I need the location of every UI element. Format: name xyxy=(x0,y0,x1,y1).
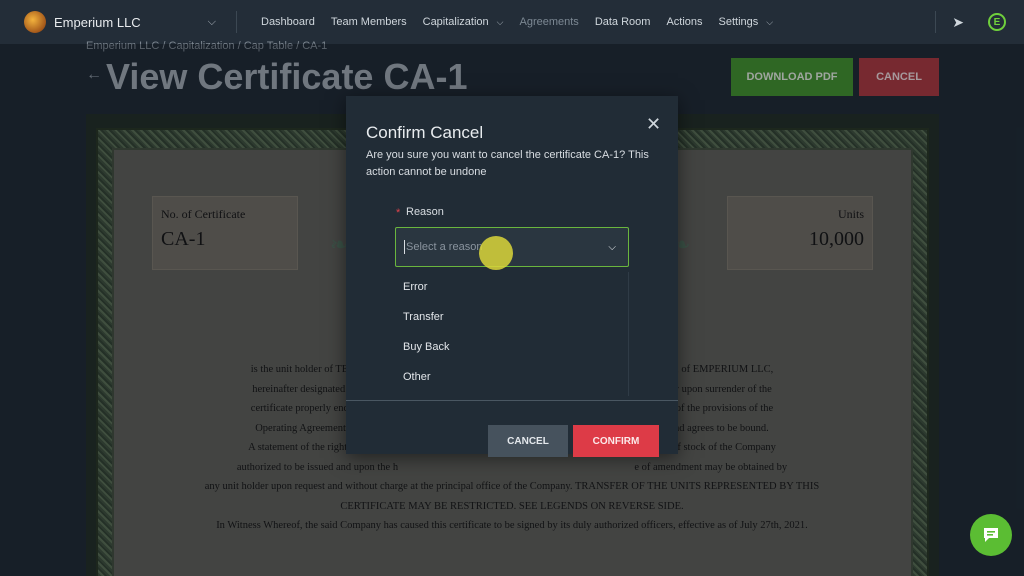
chevron-down-icon: ⌵ xyxy=(496,16,504,27)
reason-options: Error Transfer Buy Back Other xyxy=(395,272,629,396)
nav-capitalization-label: Capitalization xyxy=(422,16,489,28)
nav-divider xyxy=(236,11,237,33)
nav-right: ➤ E xyxy=(935,0,1024,44)
option-error[interactable]: Error xyxy=(395,272,628,302)
chat-button[interactable] xyxy=(970,514,1012,556)
org-logo xyxy=(24,11,46,33)
chevron-down-icon: ⌵ xyxy=(608,241,616,253)
user-avatar[interactable]: E xyxy=(988,13,1006,31)
close-icon[interactable]: ✕ xyxy=(646,114,661,135)
top-nav: Emperium LLC ⌵ Dashboard Team Members Ca… xyxy=(0,0,1024,44)
dialog-title: Confirm Cancel xyxy=(366,123,484,142)
nav-team-members[interactable]: Team Members xyxy=(331,16,407,28)
dialog-cancel-button[interactable]: CANCEL xyxy=(488,425,568,457)
user-initial: E xyxy=(993,16,1001,28)
nav-settings-label: Settings xyxy=(718,16,759,28)
nav-actions[interactable]: Actions xyxy=(666,16,702,28)
chevron-down-icon: ⌵ xyxy=(207,15,216,28)
chat-icon xyxy=(984,528,998,542)
dialog-confirm-button[interactable]: CONFIRM xyxy=(573,425,659,457)
nav-data-room[interactable]: Data Room xyxy=(595,16,651,28)
rocket-icon[interactable]: ➤ xyxy=(952,14,964,31)
nav-dashboard[interactable]: Dashboard xyxy=(261,16,315,28)
nav-settings[interactable]: Settings ⌵ xyxy=(719,16,774,28)
text-caret xyxy=(404,240,405,254)
option-transfer[interactable]: Transfer xyxy=(395,302,628,332)
dialog-divider xyxy=(346,400,678,401)
nav-divider xyxy=(935,11,937,33)
chevron-down-icon: ⌵ xyxy=(766,16,774,27)
reason-placeholder: Select a reason xyxy=(406,241,483,253)
confirm-cancel-dialog: Confirm Cancel ✕ Are you sure you want t… xyxy=(346,96,678,457)
dialog-description: Are you sure you want to cancel the cert… xyxy=(366,149,649,178)
org-name: Emperium LLC xyxy=(54,14,141,30)
option-buy-back[interactable]: Buy Back xyxy=(395,332,628,362)
cursor-highlight xyxy=(479,236,513,270)
reason-label: Reason xyxy=(406,206,444,218)
nav-capitalization[interactable]: Capitalization ⌵ xyxy=(423,16,504,28)
required-marker: * xyxy=(396,207,401,219)
org-switcher[interactable]: Emperium LLC ⌵ xyxy=(24,11,236,33)
nav-agreements[interactable]: Agreements xyxy=(520,16,579,28)
option-other[interactable]: Other xyxy=(395,362,628,392)
